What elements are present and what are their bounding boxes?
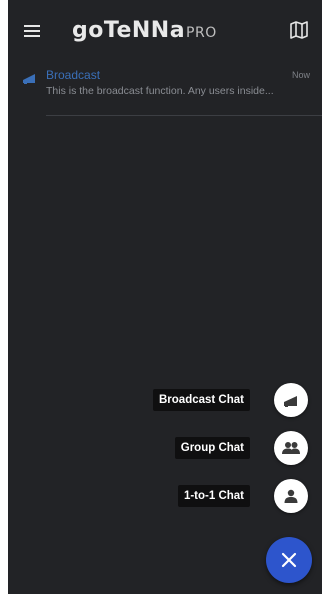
- app-bar: goTeNNa PRO: [8, 0, 322, 60]
- hamburger-menu-icon: [24, 25, 40, 37]
- person-icon: [284, 489, 298, 503]
- app-screen: goTeNNa PRO Broadcast Now This is the br…: [8, 0, 322, 594]
- megaphone-icon: [284, 396, 297, 407]
- app-logo: goTeNNa PRO: [72, 18, 217, 44]
- group-chat-label[interactable]: Group Chat: [174, 437, 250, 459]
- conversation-list: Broadcast Now This is the broadcast func…: [8, 60, 322, 116]
- fab-option-group-chat[interactable]: Group Chat: [174, 431, 308, 465]
- conversation-preview: This is the broadcast function. Any user…: [46, 85, 274, 97]
- fab-option-broadcast-chat[interactable]: Broadcast Chat: [153, 383, 308, 417]
- one-to-one-chat-button[interactable]: [274, 479, 308, 513]
- map-icon: [290, 21, 308, 39]
- close-icon: [281, 552, 297, 568]
- logo-sub-text: PRO: [186, 25, 217, 41]
- menu-button[interactable]: [24, 24, 40, 38]
- megaphone-icon: [22, 71, 38, 84]
- list-divider: [46, 115, 322, 116]
- group-icon: [282, 442, 300, 454]
- broadcast-chat-label[interactable]: Broadcast Chat: [153, 389, 250, 411]
- one-to-one-chat-label[interactable]: 1-to-1 Chat: [177, 485, 250, 507]
- close-fab-button[interactable]: [266, 537, 312, 583]
- fab-option-1-to-1-chat[interactable]: 1-to-1 Chat: [177, 479, 308, 513]
- conversation-item-broadcast[interactable]: Broadcast Now This is the broadcast func…: [8, 60, 322, 116]
- conversation-title: Broadcast: [46, 68, 101, 82]
- logo-main-text: goTeNNa: [72, 18, 186, 43]
- group-chat-button[interactable]: [274, 431, 308, 465]
- broadcast-chat-button[interactable]: [274, 383, 308, 417]
- conversation-time: Now: [291, 70, 310, 80]
- map-button[interactable]: [290, 21, 308, 39]
